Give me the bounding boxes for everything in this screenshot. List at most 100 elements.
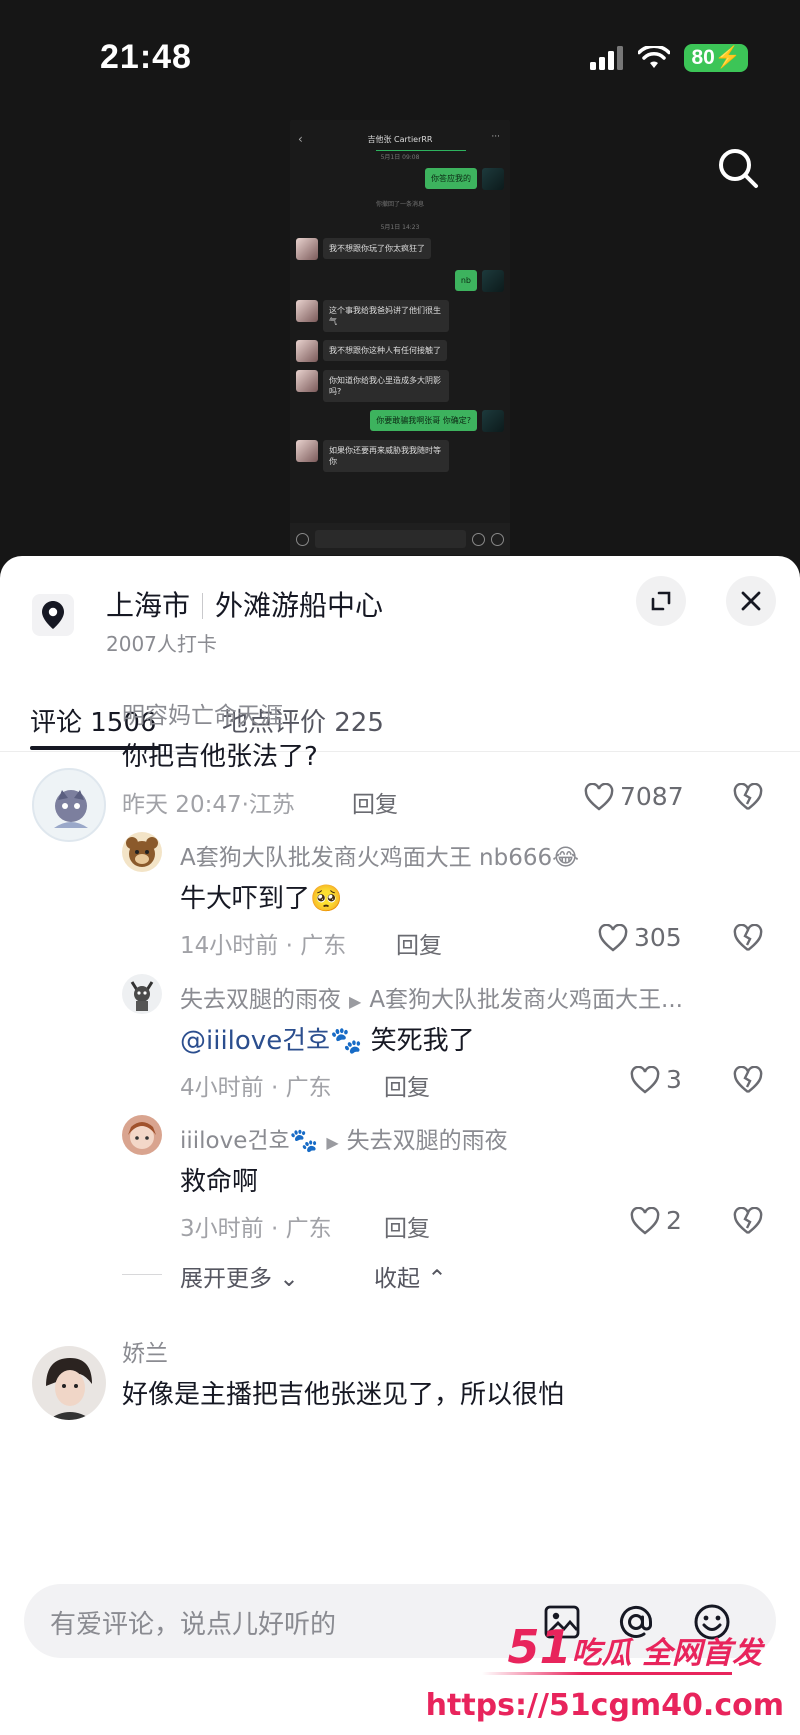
voice-icon — [296, 532, 309, 546]
chat-avatar — [296, 440, 318, 462]
comment-username-line: 失去双腿的雨夜 ▶ A套狗大队批发商火鸡面大王... — [180, 980, 683, 1014]
reply-button[interactable]: 回复 — [352, 785, 398, 819]
broken-heart-icon — [733, 783, 763, 810]
comment-text: 你把吉他张法了? — [122, 742, 318, 772]
heart-icon — [598, 923, 628, 952]
watermark: 51吃瓜 全网首发 https://51cgm40.com — [426, 1620, 792, 1730]
comment-tabs: 评论 1506 地点评价 225 — [0, 686, 800, 752]
broken-heart-icon — [733, 924, 763, 951]
video-chat-screenshot[interactable]: ‹ 吉他张 CartierRR ··· 5月1日 09:08 你答应我的 你撤回… — [290, 120, 510, 555]
close-icon — [741, 591, 761, 611]
expand-icon — [651, 591, 671, 611]
signal-icon — [590, 46, 624, 70]
dislike-button[interactable] — [732, 923, 764, 953]
heart-icon — [584, 782, 614, 811]
chat-system-text: 你撤回了一条消息 — [375, 201, 424, 208]
expand-more-button[interactable]: 展开更多 ⌄ — [180, 1259, 299, 1293]
emoji-icon — [472, 532, 485, 546]
battery-level: 80 — [691, 46, 715, 69]
comment-username[interactable]: iiilove건호🐾 — [180, 1128, 318, 1154]
avatar[interactable] — [32, 768, 106, 842]
expand-sheet-button[interactable] — [636, 576, 686, 626]
heart-icon — [630, 1206, 660, 1235]
chat-title: 吉他张 CartierRR — [367, 135, 433, 144]
checkin-count: 2007人打卡 — [106, 632, 217, 656]
like-count: 305 — [634, 923, 682, 952]
comment-text: 牛大吓到了🥺 — [180, 884, 343, 914]
thread-divider — [122, 1274, 162, 1275]
chat-message: nb — [454, 270, 504, 292]
comment-meta: 昨天 20:47·江苏 — [122, 792, 295, 818]
comment-username[interactable]: A套狗大队批发商火鸡面大王 nb666😂 — [180, 838, 579, 872]
chat-avatar — [482, 270, 504, 292]
location-city: 上海市 — [106, 589, 191, 622]
chat-message: 你知道你给我心里造成多大阴影吗? — [296, 370, 449, 402]
like-button[interactable]: 305 — [598, 923, 682, 952]
comment-text: 好像是主播把吉他张迷见了，所以很怕 — [122, 1380, 565, 1410]
reply-target-username[interactable]: 失去双腿的雨夜 — [347, 1128, 508, 1154]
comment-username[interactable]: 失去双腿的雨夜 — [180, 987, 341, 1013]
reply-arrow-icon: ▶ — [326, 1133, 339, 1152]
mention-link[interactable]: @iiilove건호🐾 — [180, 1026, 362, 1056]
comment-sheet: 上海市 外滩游船中心 2007人打卡 评论 1506 地点评价 225 明容妈亡命… — [0, 556, 800, 1735]
chat-avatar — [296, 300, 318, 322]
search-button[interactable] — [710, 140, 766, 196]
chat-bubble: 你答应我的 — [425, 168, 477, 189]
status-bar: 21:48 80⚡ — [0, 0, 800, 110]
battery-indicator: 80⚡ — [684, 44, 748, 72]
comment-meta: 4小时前 · 广东 — [180, 1075, 332, 1101]
status-icons: 80⚡ — [590, 44, 748, 72]
watermark-logo-text: 吃瓜 全网首发 — [571, 1636, 762, 1671]
chat-input-field — [315, 530, 466, 548]
comment-text: 笑死我了 — [362, 1026, 475, 1056]
avatar[interactable] — [122, 974, 162, 1014]
avatar[interactable] — [32, 1346, 106, 1420]
broken-heart-icon — [733, 1207, 763, 1234]
reply-button[interactable]: 回复 — [384, 1209, 430, 1243]
chat-message: 你要敢骗我啊张哥 你确定? — [370, 410, 504, 432]
reply-button[interactable]: 回复 — [384, 1068, 430, 1102]
location-place: 外滩游船中心 — [215, 589, 384, 622]
broken-heart-icon — [733, 1066, 763, 1093]
watermark-url: https://51cgm40.com — [425, 1688, 784, 1723]
like-button[interactable]: 2 — [630, 1206, 682, 1235]
chat-avatar — [482, 410, 504, 432]
collapse-button[interactable]: 收起 ⌃ — [374, 1259, 447, 1293]
like-button[interactable]: 3 — [630, 1065, 682, 1094]
chat-bubble: nb — [454, 270, 477, 291]
close-button[interactable] — [726, 576, 776, 626]
dislike-button[interactable] — [732, 782, 764, 812]
avatar[interactable] — [122, 1115, 162, 1155]
comment-username[interactable]: 娇兰 — [122, 1334, 168, 1368]
chat-message: 我不想跟你玩了你太疯狂了 — [296, 238, 431, 260]
chat-bubble: 我不想跟你玩了你太疯狂了 — [323, 238, 431, 259]
comment-text-line: @iiilove건호🐾 笑死我了 — [180, 1020, 475, 1057]
reply-target-username[interactable]: A套狗大队批发商火鸡面大王... — [369, 987, 683, 1013]
comment-username[interactable]: 明容妈亡命天涯 — [122, 696, 283, 730]
dislike-button[interactable] — [732, 1206, 764, 1236]
chat-system-text: 5月1日 09:08 — [380, 154, 420, 161]
reply-arrow-icon: ▶ — [349, 992, 362, 1011]
like-count: 7087 — [620, 782, 684, 811]
more-icon: ··· — [491, 132, 500, 142]
like-count: 3 — [666, 1065, 682, 1094]
watermark-logo-number: 51 — [507, 1620, 572, 1674]
chat-input-bar — [290, 523, 510, 555]
chat-system-text: 5月1日 14:23 — [380, 224, 420, 231]
like-count: 2 — [666, 1206, 682, 1235]
reply-button[interactable]: 回复 — [396, 926, 442, 960]
heart-icon — [630, 1065, 660, 1094]
watermark-underline — [482, 1672, 732, 1675]
chevron-up-icon: ⌃ — [427, 1266, 447, 1292]
chat-title-underline — [376, 150, 466, 151]
search-icon — [719, 149, 758, 188]
chat-avatar — [296, 340, 318, 362]
location-pin-icon — [32, 594, 74, 636]
comment-meta: 14小时前 · 广东 — [180, 933, 347, 959]
title-divider — [202, 593, 204, 619]
dislike-button[interactable] — [732, 1065, 764, 1095]
comment-username-line: iiilove건호🐾 ▶ 失去双腿的雨夜 — [180, 1121, 508, 1155]
like-button[interactable]: 7087 — [584, 782, 684, 811]
avatar[interactable] — [122, 832, 162, 872]
location-title[interactable]: 上海市 外滩游船中心 — [106, 584, 383, 624]
